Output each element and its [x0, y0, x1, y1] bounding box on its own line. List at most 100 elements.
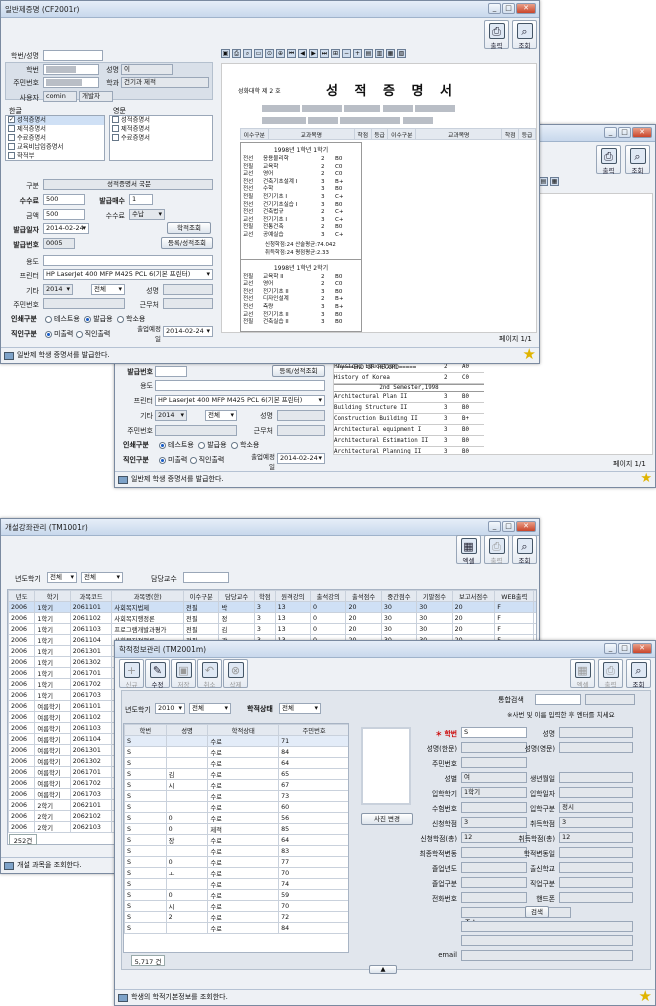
jumin-input[interactable]: [155, 425, 237, 436]
job-type-input[interactable]: [559, 877, 633, 888]
checkbox[interactable]: [8, 134, 15, 142]
english-cert-item[interactable]: 수료증명서: [112, 134, 212, 143]
print-button[interactable]: ⎙ 출력: [484, 20, 509, 50]
course-column-header[interactable]: 원격강의: [274, 590, 312, 602]
student-row[interactable]: S 김 수료 65: [124, 768, 348, 780]
student-row[interactable]: S 0 수료 77: [124, 856, 348, 868]
student-row[interactable]: S 시 수료 67: [124, 779, 348, 791]
issue-date-select[interactable]: 2014-02-24: [43, 223, 89, 234]
direct-radios[interactable]: 미출력 직인출력: [159, 455, 224, 465]
find-next-icon[interactable]: ⊕: [276, 49, 285, 58]
checkbox[interactable]: [112, 125, 119, 133]
zoom-icon[interactable]: ⌕: [243, 49, 252, 58]
pdf-icon[interactable]: ▦: [550, 177, 559, 186]
course-column-header[interactable]: WEB출력: [494, 590, 535, 602]
printer-select[interactable]: HP LaserJet 400 MFP M425 PCL 6(기본 프린터): [43, 269, 213, 280]
student-row[interactable]: S 0 제적 85: [124, 823, 348, 835]
first-page-icon[interactable]: ⏮: [287, 49, 296, 58]
use-input[interactable]: [155, 380, 325, 391]
register-grade-button[interactable]: 등록/성적조회: [272, 365, 325, 377]
student-row[interactable]: S 장 수료 64: [124, 834, 348, 846]
fit-icon[interactable]: ⊞: [331, 49, 340, 58]
mobile-input[interactable]: [559, 892, 633, 903]
maximize-button[interactable]: □: [618, 643, 631, 654]
english-cert-item[interactable]: 성적증명서: [112, 116, 212, 125]
year-select[interactable]: 전체: [47, 572, 77, 583]
address-search-button[interactable]: 검색: [525, 906, 549, 918]
student-row[interactable]: S 수료 71: [124, 735, 348, 747]
photo-change-button[interactable]: 사진 변경: [361, 813, 413, 825]
student-row[interactable]: S 수료 84: [124, 746, 348, 758]
minimize-button[interactable]: _: [488, 521, 501, 532]
minimize-button[interactable]: _: [604, 643, 617, 654]
minimize-button[interactable]: _: [488, 3, 501, 14]
issue-no-input[interactable]: [155, 366, 187, 377]
addr-input-3[interactable]: [461, 935, 633, 946]
korean-cert-item[interactable]: 수료증명서: [8, 134, 104, 143]
export-icon[interactable]: ▤: [539, 177, 548, 186]
zoom-in-icon[interactable]: +: [353, 49, 362, 58]
print-button[interactable]: ⎙ 출력: [484, 535, 509, 565]
search-button[interactable]: ⌕ 조회: [512, 535, 537, 565]
course-column-header[interactable]: 과목명(한): [111, 590, 185, 602]
korean-cert-item[interactable]: 제적증명서: [8, 125, 104, 134]
export-word-icon[interactable]: ▥: [375, 49, 384, 58]
save-icon[interactable]: ▣: [221, 49, 230, 58]
year-select[interactable]: 2010: [155, 703, 185, 714]
course-row[interactable]: 20061학기2061103프로그램개발과평가전필김313020303020FF: [8, 623, 536, 635]
course-column-header[interactable]: 기말점수: [416, 590, 453, 602]
close-button[interactable]: ✕: [516, 3, 536, 14]
print-button[interactable]: ⎙ 출력: [598, 659, 623, 689]
got-cred-input[interactable]: 3: [559, 817, 633, 828]
export-html-icon[interactable]: ▧: [397, 49, 406, 58]
search-button[interactable]: ⌕ 조회: [512, 20, 537, 50]
name-eng-input[interactable]: [559, 742, 633, 753]
maximize-button[interactable]: □: [502, 3, 515, 14]
jumin2-input[interactable]: [43, 298, 125, 309]
print-type-radios[interactable]: 테스트용 발급용 학소용: [45, 314, 145, 324]
term-select[interactable]: 전체: [81, 572, 123, 583]
student-column-header[interactable]: 학적상태: [207, 724, 280, 736]
new-button[interactable]: + 신규: [119, 659, 144, 689]
student-row[interactable]: S 0 수료 56: [124, 812, 348, 824]
edit-button[interactable]: ✎ 수정: [145, 659, 170, 689]
excel-button[interactable]: ▦ 엑셀: [570, 659, 595, 689]
course-column-header[interactable]: 년도: [8, 590, 36, 602]
student-row[interactable]: S 수료 64: [124, 757, 348, 769]
print-type-radios[interactable]: 테스트용 발급용 학소용: [159, 440, 259, 450]
amount-input[interactable]: 500: [43, 209, 85, 220]
term-select[interactable]: 전체: [189, 703, 231, 714]
course-column-header[interactable]: 보고서점수: [451, 590, 496, 602]
find-icon[interactable]: ⊙: [265, 49, 274, 58]
sched-date-select[interactable]: 2014-02-24: [163, 326, 213, 337]
student-column-header[interactable]: 학번: [124, 724, 167, 736]
course-column-header[interactable]: 이수구분: [183, 590, 220, 602]
export-pdf-icon[interactable]: ▦: [386, 49, 395, 58]
birth-input[interactable]: [559, 772, 633, 783]
delete-button[interactable]: ⊗ 삭제: [223, 659, 248, 689]
hakbun-input[interactable]: [43, 64, 99, 75]
jumin-input[interactable]: [43, 77, 99, 88]
student-row[interactable]: S 0 수료 59: [124, 889, 348, 901]
korean-cert-item[interactable]: 교육비납입증명서: [8, 143, 104, 152]
checkbox[interactable]: [8, 152, 15, 160]
fee-input[interactable]: 500: [43, 194, 85, 205]
studno-input[interactable]: [43, 50, 103, 61]
close-button[interactable]: ✕: [516, 521, 536, 532]
state-select[interactable]: 전체: [279, 703, 321, 714]
next-page-icon[interactable]: ▶: [309, 49, 318, 58]
course-column-header[interactable]: 담당교수: [218, 590, 255, 602]
email-input[interactable]: [461, 950, 633, 961]
excel-button[interactable]: ▦ 엑셀: [456, 535, 481, 565]
addr-input-1[interactable]: [461, 907, 571, 918]
student-column-header[interactable]: 주민번호: [278, 724, 348, 736]
maximize-button[interactable]: □: [618, 127, 631, 138]
got-total-input[interactable]: 12: [559, 832, 633, 843]
issue-count-stepper[interactable]: 1: [129, 194, 153, 205]
ent-type-input[interactable]: 정시: [559, 802, 633, 813]
english-cert-item[interactable]: 제적증명서: [112, 125, 212, 134]
work-input[interactable]: [277, 425, 325, 436]
student-row[interactable]: S 수료 73: [124, 790, 348, 802]
checkbox[interactable]: ✓: [8, 116, 15, 123]
english-cert-list[interactable]: 성적증명서 제적증명서 수료증명서: [109, 115, 213, 161]
